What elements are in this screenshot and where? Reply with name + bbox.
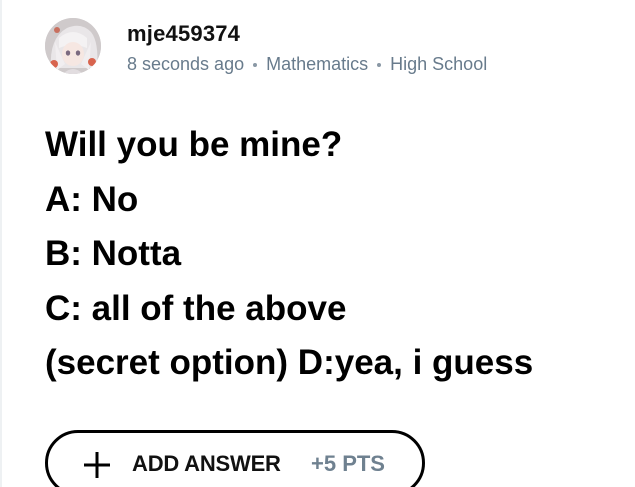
question-body: Will you be mine? A: No B: Notta C: all … (45, 118, 625, 391)
plus-icon (84, 452, 110, 478)
level-label: High School (390, 54, 488, 74)
question-line: B: Notta (45, 234, 182, 273)
question-line: (secret option) D:yea, i guess (45, 343, 534, 382)
add-answer-button[interactable]: ADD ANSWER +5 PTS (45, 430, 425, 487)
post-header: mje459374 8 seconds ago Mathematics High… (45, 18, 625, 78)
time-ago: 8 seconds ago (127, 54, 245, 74)
username[interactable]: mje459374 (127, 21, 240, 47)
question-line: A: No (45, 179, 139, 219)
page-left-border (0, 0, 2, 487)
add-answer-label: ADD ANSWER (132, 451, 281, 476)
avatar-image (45, 18, 101, 74)
separator-dot (377, 62, 382, 67)
avatar[interactable] (45, 18, 101, 74)
question-line: Will you be mine? (45, 125, 343, 164)
points-label: +5 PTS (311, 451, 385, 476)
post-meta: 8 seconds ago Mathematics High School (127, 54, 487, 75)
subject-link[interactable]: Mathematics (266, 54, 368, 75)
separator-dot (253, 62, 258, 67)
question-line: C: all of the above (45, 288, 347, 328)
